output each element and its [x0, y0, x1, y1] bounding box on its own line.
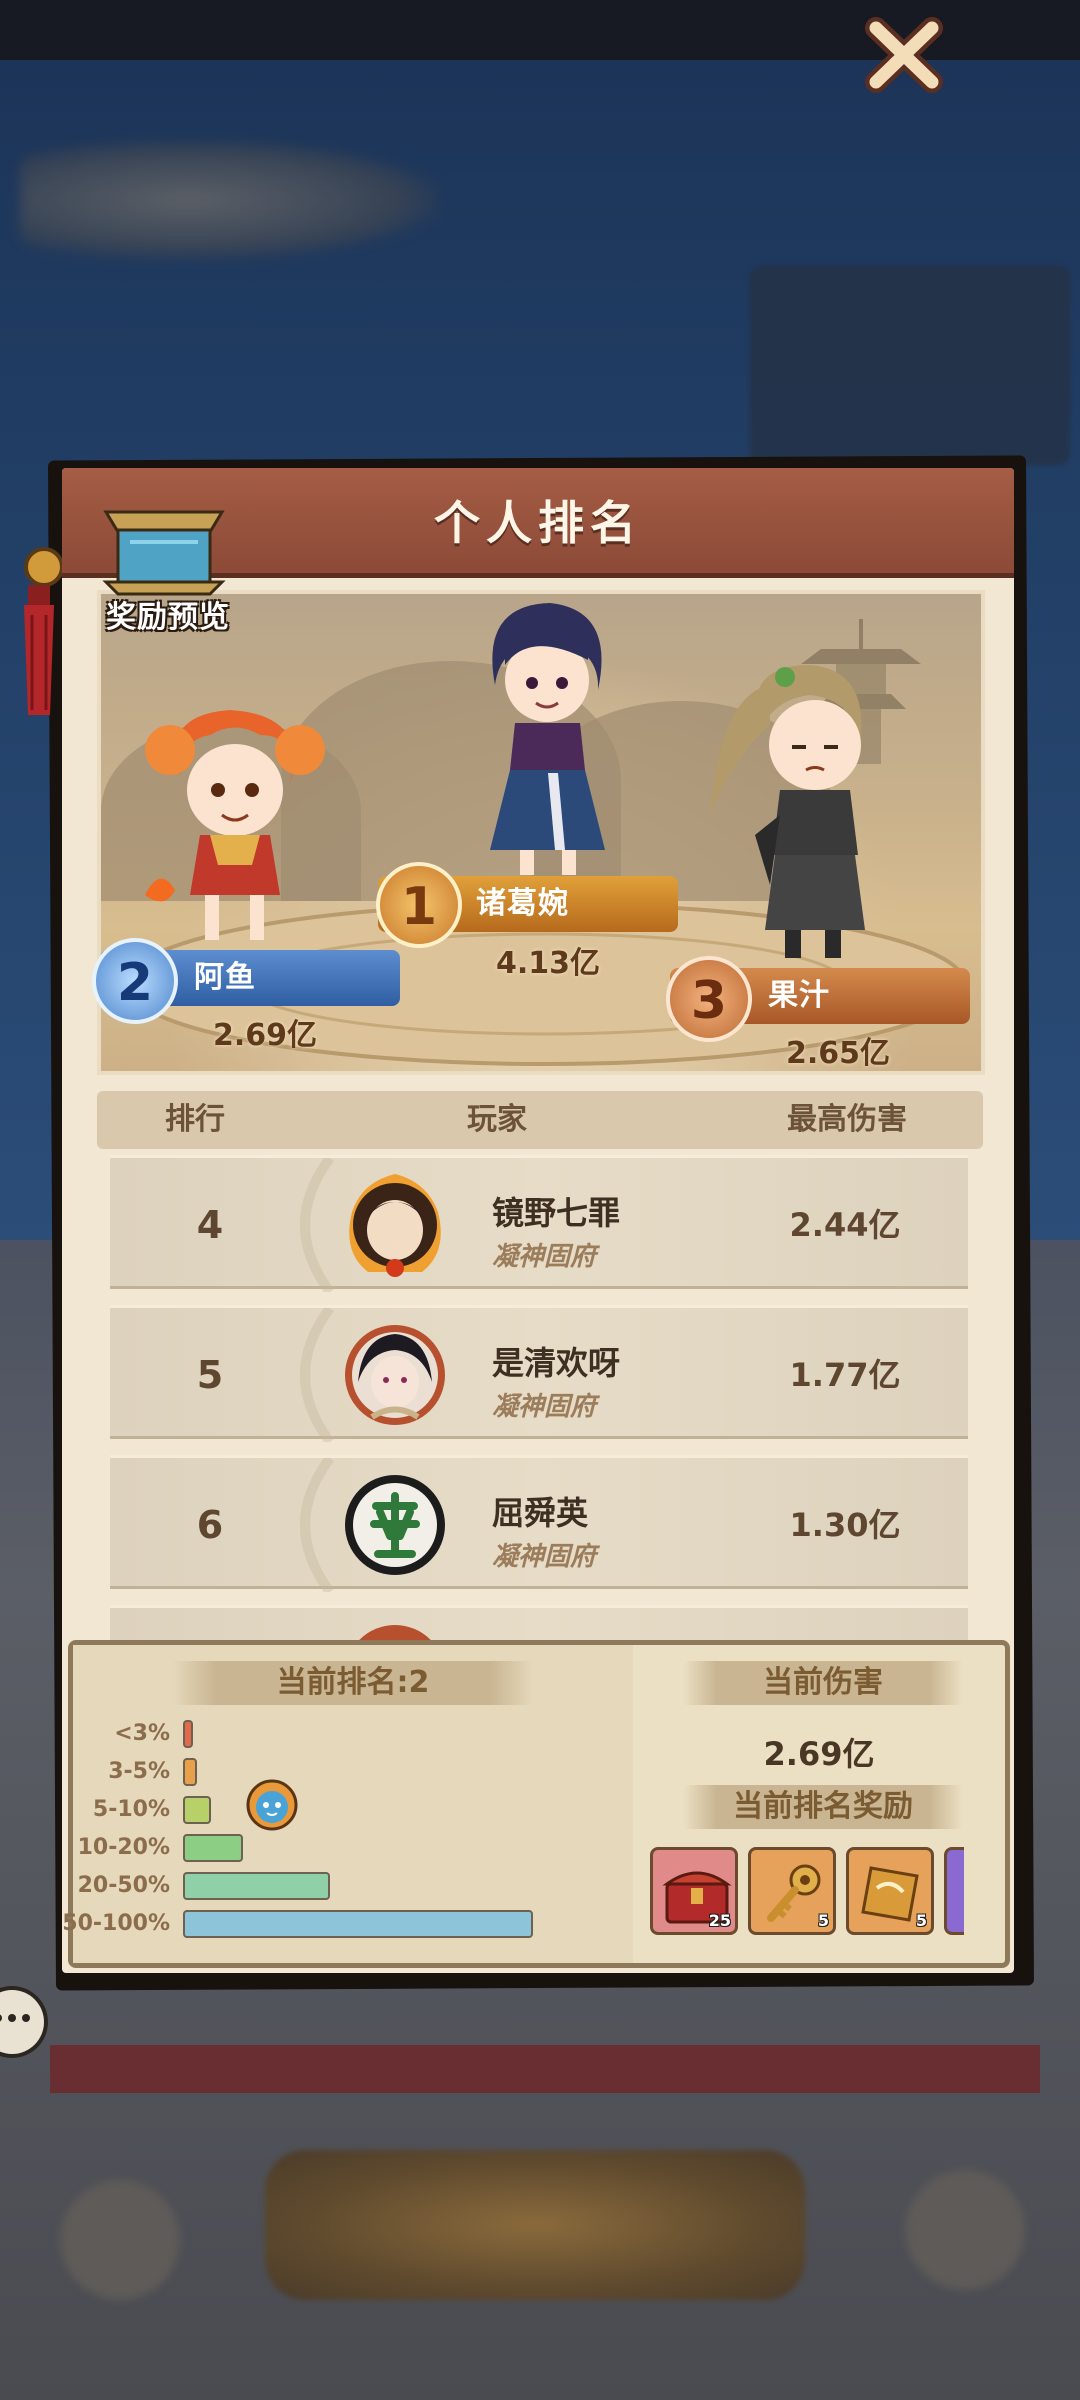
- current-damage-label: 当前伤害: [683, 1661, 963, 1705]
- current-rank-label: 当前排名:2: [173, 1661, 533, 1705]
- row-player-name: 是清欢呀: [492, 1344, 621, 1382]
- row-rank: 6: [196, 1503, 224, 1547]
- lady-portrait-icon: [345, 1325, 445, 1425]
- distribution-bar: [183, 1758, 197, 1786]
- player-position-marker-icon: [246, 1779, 298, 1831]
- close-icon[interactable]: [862, 12, 948, 98]
- background-red-bar: [50, 2045, 1040, 2093]
- reward-scroll-icon: [102, 510, 226, 596]
- reward-count: 5: [817, 1911, 829, 1930]
- reward-count: 25: [708, 1911, 731, 1930]
- distribution-label: 10-20%: [77, 1835, 170, 1860]
- podium-rank-2-damage: 2.69亿: [212, 1018, 318, 1053]
- row-player-name: 镜野七罪: [492, 1194, 621, 1232]
- header-rank: 排行: [165, 1102, 225, 1137]
- current-damage-value: 2.69亿: [763, 1735, 875, 1773]
- rank-1-medal-icon: 1: [376, 862, 462, 948]
- reward-preview-button[interactable]: 奖励预览: [78, 492, 258, 642]
- table-row[interactable]: 5 是清欢呀 凝神固府 1.77亿: [110, 1305, 968, 1442]
- podium-rank-3-name: 果汁: [768, 978, 830, 1013]
- header-damage: 最高伤害: [787, 1102, 907, 1137]
- background-info-panel: [750, 265, 1070, 465]
- reward-item-scroll[interactable]: 5: [846, 1847, 934, 1935]
- podium-rank-1-name: 诸葛婉: [476, 886, 569, 921]
- background-action-button: [265, 2150, 805, 2300]
- row-damage: 1.77亿: [789, 1356, 901, 1394]
- distribution-label: <3%: [114, 1721, 170, 1746]
- podium-rank-3-damage: 2.65亿: [785, 1036, 891, 1071]
- character-rank-1-avatar[interactable]: [470, 595, 620, 880]
- distribution-label: 5-10%: [92, 1797, 170, 1822]
- row-rank: 5: [196, 1353, 224, 1397]
- row-guild-name: 凝神固府: [492, 1542, 597, 1572]
- ranking-list[interactable]: 4 镜野七罪 凝神固府 2.44亿 5 是清欢呀 凝神固府 1.77亿 6 屈舜…: [110, 1155, 970, 1642]
- podium-rank-2-name: 阿鱼: [194, 960, 256, 995]
- mahjong-fa-icon: [345, 1475, 445, 1575]
- flame-portrait-icon: [349, 1174, 441, 1277]
- character-rank-2-avatar[interactable]: [140, 695, 330, 955]
- table-row[interactable]: 4 镜野七罪 凝神固府 2.44亿: [110, 1155, 968, 1292]
- row-rank: 4: [196, 1203, 224, 1247]
- background-game-logo: [20, 140, 440, 260]
- reward-count: 5: [915, 1911, 927, 1930]
- background-back-button: [60, 2180, 180, 2300]
- partial-portrait-icon: [357, 1625, 433, 1642]
- table-row-partial[interactable]: [110, 1605, 968, 1642]
- distribution-bar: [183, 1834, 243, 1862]
- row-damage: 1.30亿: [789, 1506, 901, 1544]
- reward-item-key[interactable]: 5: [748, 1847, 836, 1935]
- distribution-label: 20-50%: [77, 1873, 170, 1898]
- hanging-ribbon-icon: [24, 547, 62, 715]
- podium-rank-1-damage: 4.13亿: [495, 946, 601, 981]
- reward-item-chest[interactable]: 25: [650, 1847, 738, 1935]
- distribution-label: 50-100%: [62, 1911, 170, 1936]
- current-rank-reward-label: 当前排名奖励: [683, 1785, 963, 1829]
- distribution-label: 3-5%: [108, 1759, 170, 1784]
- distribution-bar: [183, 1796, 211, 1824]
- background-round-button: [905, 2170, 1025, 2290]
- header-player: 玩家: [467, 1102, 527, 1137]
- character-rank-3-avatar[interactable]: [700, 655, 890, 965]
- distribution-bar: [183, 1872, 330, 1900]
- row-guild-name: 凝神固府: [492, 1392, 597, 1422]
- reward-item-partial[interactable]: [944, 1847, 964, 1935]
- reward-preview-label: 奖励预览: [106, 600, 230, 635]
- distribution-bar: [183, 1720, 193, 1748]
- table-row[interactable]: 6 屈舜英 凝神固府 1.30亿: [110, 1455, 968, 1592]
- row-damage: 2.44亿: [789, 1206, 901, 1244]
- distribution-bar: [183, 1910, 533, 1938]
- row-guild-name: 凝神固府: [492, 1242, 597, 1272]
- row-player-name: 屈舜英: [492, 1494, 589, 1532]
- ranking-table-header: 排行 玩家 最高伤害: [97, 1091, 983, 1149]
